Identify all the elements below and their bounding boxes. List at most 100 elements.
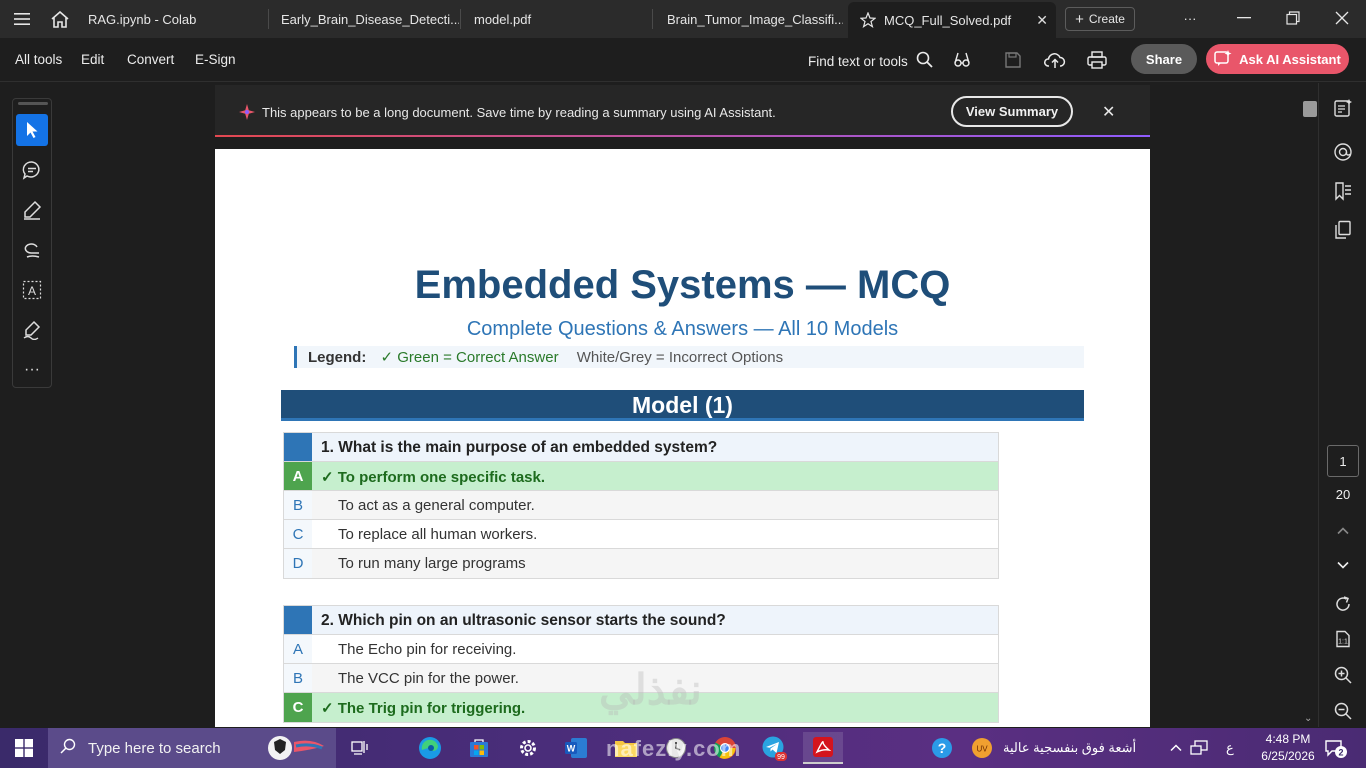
ai-generative-summary-icon[interactable] bbox=[1329, 94, 1357, 122]
word-app-icon[interactable]: W bbox=[556, 732, 596, 764]
select-tool-icon[interactable] bbox=[16, 114, 48, 146]
restore-icon[interactable] bbox=[1273, 5, 1313, 31]
answer-option-correct: A ✓ To perform one specific task. bbox=[284, 462, 998, 491]
question-block: 1. What is the main purpose of an embedd… bbox=[283, 432, 999, 579]
option-letter: B bbox=[284, 491, 312, 519]
vertical-scrollbar[interactable]: ⌄ bbox=[1302, 99, 1317, 727]
document-title: Embedded Systems — MCQ bbox=[414, 263, 951, 307]
menu-all-tools[interactable]: All tools bbox=[15, 52, 62, 67]
taskbar-search-box[interactable]: Type here to search bbox=[48, 728, 336, 768]
watermark: nafezly.com bbox=[606, 736, 742, 761]
windows-start-icon[interactable] bbox=[0, 728, 48, 768]
windows-taskbar: Type here to search W 99 nafezly.com ? U… bbox=[0, 728, 1366, 768]
tab-brain-tumor[interactable]: Brain_Tumor_Image_Classifi... bbox=[655, 4, 843, 34]
close-window-icon[interactable] bbox=[1322, 5, 1362, 31]
microsoft-store-icon[interactable] bbox=[459, 732, 499, 764]
view-summary-label: View Summary bbox=[965, 104, 1059, 119]
create-button[interactable]: + Create bbox=[1065, 7, 1135, 31]
chevron-down-icon[interactable] bbox=[1329, 551, 1357, 579]
draw-tool-icon[interactable] bbox=[16, 234, 48, 266]
more-options-icon[interactable]: ··· bbox=[1170, 5, 1210, 31]
question-header: 2. Which pin on an ultrasonic sensor sta… bbox=[284, 606, 998, 635]
menu-e-sign[interactable]: E-Sign bbox=[195, 52, 236, 67]
read-aloud-icon[interactable] bbox=[949, 48, 975, 72]
document-viewport[interactable]: This appears to be a long document. Save… bbox=[62, 83, 1318, 727]
option-letter: A bbox=[284, 462, 312, 490]
notification-center-icon[interactable]: 2 bbox=[1324, 738, 1348, 765]
find-text-tools[interactable]: Find text or tools bbox=[808, 51, 933, 71]
legend-incorrect: White/Grey = Incorrect Options bbox=[576, 349, 784, 366]
weather-uv-icon[interactable]: UV bbox=[962, 732, 1002, 764]
system-clock[interactable]: 4:48 PM 6/25/2026 bbox=[1253, 731, 1323, 765]
network-icon[interactable] bbox=[1181, 732, 1217, 764]
view-summary-button[interactable]: View Summary bbox=[951, 96, 1073, 127]
tab-mcq-full-solved[interactable]: MCQ_Full_Solved.pdf ✕ bbox=[848, 2, 1056, 38]
rail-drag-handle[interactable] bbox=[18, 102, 48, 105]
option-text: The Echo pin for receiving. bbox=[338, 641, 517, 658]
hamburger-menu-icon[interactable] bbox=[8, 7, 36, 31]
svg-text:1:1: 1:1 bbox=[1338, 639, 1348, 646]
ask-ai-assistant-button[interactable]: Ask AI Assistant bbox=[1206, 44, 1349, 74]
telegram-app-icon[interactable]: 99 bbox=[754, 732, 794, 764]
share-label: Share bbox=[1145, 51, 1183, 67]
help-icon[interactable]: ? bbox=[922, 732, 962, 764]
watermark: نفذلي bbox=[599, 666, 702, 713]
banner-message: This appears to be a long document. Save… bbox=[262, 105, 776, 120]
total-pages: 20 bbox=[1335, 487, 1351, 502]
tab-label: model.pdf bbox=[474, 11, 532, 27]
text-box-tool-icon[interactable]: A bbox=[16, 274, 48, 306]
star-icon[interactable] bbox=[860, 12, 876, 28]
telegram-badge: 99 bbox=[777, 754, 785, 761]
task-view-icon[interactable] bbox=[340, 732, 380, 764]
page-thumbnails-icon[interactable] bbox=[1329, 216, 1357, 244]
bookmarks-icon[interactable] bbox=[1329, 177, 1357, 205]
zoom-in-icon[interactable] bbox=[1329, 661, 1357, 689]
scrollbar-thumb[interactable] bbox=[1303, 101, 1317, 117]
minimize-icon[interactable] bbox=[1224, 5, 1264, 31]
current-page-input[interactable]: 1 bbox=[1327, 445, 1359, 477]
search-icon bbox=[916, 51, 933, 71]
settings-gear-icon[interactable] bbox=[508, 732, 548, 764]
tab-rag-colab[interactable]: RAG.ipynb - Colab bbox=[76, 4, 264, 34]
option-text: To replace all human workers. bbox=[338, 526, 538, 543]
option-text: ✓ To perform one specific task. bbox=[321, 469, 546, 486]
weather-badge: UV bbox=[976, 745, 988, 754]
weather-text[interactable]: أشعة فوق بنفسجية عالية bbox=[1003, 740, 1136, 756]
tab-model-pdf[interactable]: model.pdf bbox=[462, 4, 650, 34]
scroll-down-icon[interactable]: ⌄ bbox=[1304, 713, 1312, 724]
tab-separator bbox=[460, 9, 461, 29]
highlight-tool-icon[interactable] bbox=[16, 194, 48, 226]
legend: Legend: ✓ Green = Correct Answer White/G… bbox=[294, 346, 1084, 368]
comments-panel-icon[interactable] bbox=[1329, 138, 1357, 166]
edge-browser-icon[interactable] bbox=[410, 732, 450, 764]
plus-icon: + bbox=[1075, 10, 1084, 28]
document-subtitle: Complete Questions & Answers — All 10 Mo… bbox=[466, 318, 899, 340]
save-icon[interactable] bbox=[1000, 48, 1026, 72]
menu-edit[interactable]: Edit bbox=[81, 52, 104, 67]
legend-correct: ✓ Green = Correct Answer bbox=[380, 349, 559, 366]
share-button[interactable]: Share bbox=[1131, 44, 1197, 74]
answer-option: B To act as a general computer. bbox=[284, 491, 998, 520]
ai-assistant-icon bbox=[1214, 49, 1232, 70]
comment-tool-icon[interactable] bbox=[16, 154, 48, 186]
more-tools-icon[interactable]: ··· bbox=[16, 354, 48, 386]
acrobat-app-icon[interactable] bbox=[803, 732, 843, 764]
find-label: Find text or tools bbox=[808, 53, 908, 69]
tab-early-brain-disease[interactable]: Early_Brain_Disease_Detecti... bbox=[269, 4, 459, 34]
menu-convert[interactable]: Convert bbox=[127, 52, 174, 67]
question-text: 1. What is the main purpose of an embedd… bbox=[321, 439, 718, 456]
input-language[interactable]: ع bbox=[1226, 740, 1234, 756]
notification-count: 2 bbox=[1338, 748, 1343, 758]
zoom-out-icon[interactable] bbox=[1329, 697, 1357, 725]
close-tab-icon[interactable]: ✕ bbox=[1036, 12, 1048, 29]
home-icon[interactable] bbox=[46, 7, 74, 31]
pdf-page: Embedded Systems — MCQ Complete Question… bbox=[215, 149, 1150, 727]
cloud-upload-icon[interactable] bbox=[1042, 48, 1068, 72]
close-banner-icon[interactable]: ✕ bbox=[1102, 102, 1115, 122]
rotate-icon[interactable] bbox=[1329, 590, 1357, 618]
chevron-up-icon[interactable] bbox=[1329, 517, 1357, 545]
fit-page-icon[interactable]: 1:1 bbox=[1329, 625, 1357, 653]
print-icon[interactable] bbox=[1084, 48, 1110, 72]
fill-sign-tool-icon[interactable] bbox=[16, 314, 48, 346]
tab-label: Early_Brain_Disease_Detecti... bbox=[281, 11, 459, 27]
